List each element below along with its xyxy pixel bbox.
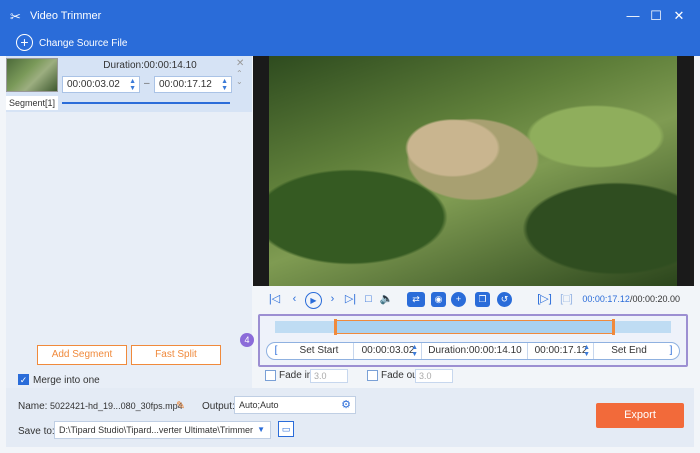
bracket-right-icon: ]: [669, 345, 673, 356]
current-time: 00:00:17.12: [582, 294, 630, 304]
edit-name-icon[interactable]: ✎: [176, 399, 185, 412]
change-source-button[interactable]: Change Source File: [39, 38, 127, 49]
start-time-field[interactable]: 00:00:03.02 ▲ ▼: [353, 343, 422, 359]
copy-icon[interactable]: ❐: [475, 292, 490, 307]
save-path-value: D:\Tipard Studio\Tipard...verter Ultimat…: [59, 425, 254, 435]
export-button[interactable]: Export: [596, 403, 684, 428]
scissors-icon: ✂: [10, 9, 21, 24]
fast-split-button[interactable]: Fast Split: [131, 345, 221, 365]
go-to-start-icon[interactable]: |◁: [267, 292, 282, 307]
segment-start-field[interactable]: 00:00:03.02 ▲ ▼: [62, 76, 140, 93]
fade-out-field[interactable]: 3.0: [415, 369, 453, 383]
start-time-value: 00:00:03.02: [361, 345, 415, 356]
segment-duration: Duration:00:00:14.10: [103, 60, 197, 71]
output-format-field[interactable]: Auto;Auto ⚙: [234, 396, 356, 414]
step-badge: 4: [240, 333, 254, 347]
fade-out-value: 3.0: [419, 371, 432, 381]
minimize-button[interactable]: —: [624, 7, 642, 25]
spin-arrows-icon[interactable]: ▲ ▼: [129, 78, 136, 92]
go-to-end-icon[interactable]: ▷|: [343, 292, 358, 307]
set-end-button[interactable]: Set End: [593, 343, 664, 359]
preview-segment-icon[interactable]: [▷]: [537, 292, 552, 307]
bracket-left-icon: [: [274, 345, 278, 356]
loop-icon[interactable]: ⇄: [407, 292, 425, 307]
spin-arrows-icon[interactable]: ▲ ▼: [411, 344, 418, 358]
segment-progress-bar: [62, 102, 230, 104]
save-to-label: Save to:: [18, 426, 55, 437]
trim-controls-row: [ Set Start 00:00:03.02 ▲ ▼ Duration:00:0…: [266, 342, 680, 360]
fade-in-label: Fade in: [279, 370, 313, 381]
plus-icon[interactable]: +: [16, 34, 33, 51]
spin-arrows-icon[interactable]: ▲ ▼: [583, 344, 590, 358]
fade-in-value: 3.0: [314, 371, 327, 381]
segment-end-icon[interactable]: [□]: [559, 292, 574, 307]
output-format-value: Auto;Auto: [239, 400, 279, 410]
end-time-value: 00:00:17.12: [534, 345, 588, 356]
segment-label: Segment[1]: [6, 96, 58, 110]
window-title: Video Trimmer: [30, 10, 102, 22]
time-readout: 00:00:17.12/00:00:20.00: [582, 294, 680, 304]
file-name: 5022421-hd_19...080_30fps.mp4: [50, 401, 183, 411]
segment-thumbnail[interactable]: [6, 58, 58, 92]
previous-frame-icon[interactable]: ‹: [287, 292, 302, 307]
trim-duration: Duration:00:00:14.10: [421, 343, 528, 359]
fade-in-field[interactable]: 3.0: [310, 369, 348, 383]
source-toolbar: + Change Source File: [0, 32, 700, 56]
next-frame-icon[interactable]: ›: [325, 292, 340, 307]
close-button[interactable]: ✕: [670, 7, 688, 25]
name-label: Name:: [18, 401, 48, 412]
end-handle[interactable]: [611, 319, 615, 335]
merge-checkbox[interactable]: ✓: [18, 374, 29, 385]
volume-icon[interactable]: 🔈: [379, 292, 394, 307]
maximize-button[interactable]: ☐: [647, 7, 665, 25]
video-frame: [269, 56, 677, 286]
reset-icon[interactable]: ↺: [497, 292, 512, 307]
output-label: Output:: [202, 401, 235, 412]
title-bar: ✂ Video Trimmer — ☐ ✕: [0, 0, 700, 32]
merge-label: Merge into one: [33, 375, 100, 386]
gear-icon[interactable]: ⚙: [341, 397, 351, 413]
total-time: 00:00:20.00: [632, 294, 680, 304]
fade-out-checkbox[interactable]: [367, 370, 378, 381]
stop-icon[interactable]: □: [361, 292, 376, 307]
video-preview[interactable]: [253, 56, 694, 286]
start-handle[interactable]: [333, 319, 337, 335]
segment-start-value: 00:00:03.02: [67, 79, 120, 90]
end-time-field[interactable]: 00:00:17.12 ▲ ▼: [527, 343, 594, 359]
segment-end-field[interactable]: 00:00:17.12 ▲ ▼: [154, 76, 232, 93]
playback-controls: |◁ ‹ ▶ › ▷| □ 🔈 ⇄ ◉ + ❐ ↺ [▷] [□] 00:00:…: [253, 286, 694, 314]
set-start-button[interactable]: Set Start: [285, 343, 353, 359]
folder-icon[interactable]: ▭: [278, 421, 294, 437]
save-path-field[interactable]: D:\Tipard Studio\Tipard...verter Ultimat…: [54, 421, 271, 439]
fade-in-checkbox[interactable]: [265, 370, 276, 381]
time-separator: –: [144, 78, 150, 89]
segment-end-value: 00:00:17.12: [159, 79, 212, 90]
reorder-chevron-icon[interactable]: ⌃ ⌄: [236, 70, 243, 86]
add-segment-button[interactable]: Add Segment: [37, 345, 127, 365]
add-icon[interactable]: +: [451, 292, 466, 307]
snapshot-icon[interactable]: ◉: [431, 292, 446, 307]
close-segment-icon[interactable]: ✕: [236, 58, 244, 69]
selected-range[interactable]: [334, 320, 614, 334]
play-icon[interactable]: ▶: [305, 292, 322, 309]
chevron-down-icon[interactable]: ▼: [257, 422, 265, 438]
spin-arrows-icon[interactable]: ▲ ▼: [221, 78, 228, 92]
